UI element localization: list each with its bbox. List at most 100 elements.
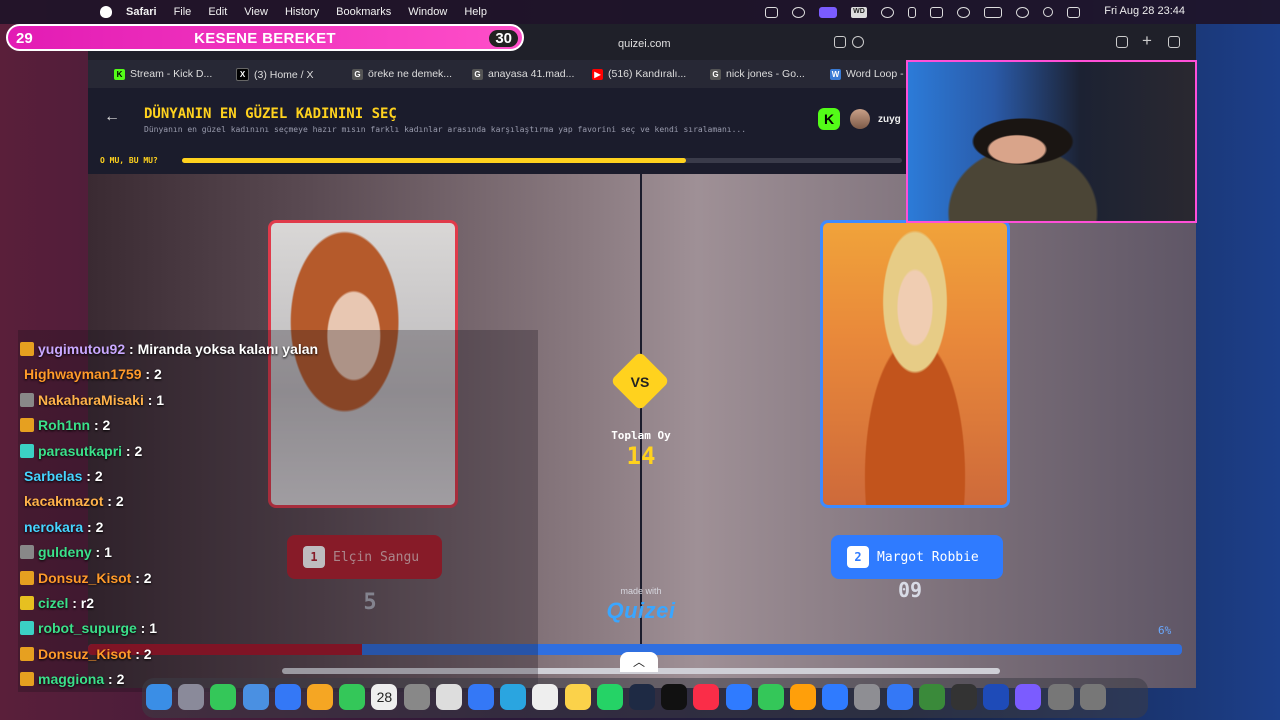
chat-message: NakaharaMisaki : 1 [20,391,164,408]
whatsapp-icon[interactable] [596,684,623,710]
menu-bookmarks[interactable]: Bookmarks [336,6,391,18]
launchpad-icon[interactable] [178,684,205,710]
play-icon[interactable] [957,6,970,18]
calendar-icon[interactable]: 28 [371,684,398,710]
share-icon[interactable] [1116,36,1128,48]
tab-google-1[interactable]: Göreke ne demek... [352,68,452,80]
photo-icon[interactable] [1047,684,1074,710]
avatar[interactable] [850,109,870,129]
preview-icon[interactable] [886,684,913,710]
chat-text: : 2 [90,417,111,434]
safari-icon[interactable] [468,684,494,710]
reload-icon[interactable] [852,36,864,48]
chat-username: maggiona [38,671,105,688]
chat-username: Donsuz_Kisot [38,569,132,586]
settings-icon[interactable] [854,684,881,710]
cloud-icon[interactable] [930,6,943,18]
tab-x[interactable]: X (3) Home / X [236,68,314,81]
sync-icon[interactable] [792,6,805,18]
photos-icon[interactable] [307,684,333,710]
chat-username: cizel [38,595,69,611]
grammarly-icon[interactable] [881,6,894,18]
vs-text: VS [630,374,650,390]
tab-kick[interactable]: K Stream - Kick D... [114,68,212,80]
chat-message: kacakmazot : 2 [24,493,124,509]
app-store-icon[interactable] [822,684,849,710]
chat-username: parasutkapri [38,442,123,459]
center-divider [640,174,642,654]
numbers-icon[interactable] [757,684,784,710]
timer-title: KESENE BEREKET [194,30,336,47]
timer-right-text: 30 [489,30,518,47]
kick-icon[interactable]: K [818,108,840,130]
finder-icon[interactable] [146,684,172,710]
facetime-icon[interactable] [339,684,366,710]
option-right-button[interactable]: 2 Margot Robbie [831,535,1003,579]
tab-overview-icon[interactable] [1168,36,1180,48]
new-tab-icon[interactable]: + [1142,31,1152,51]
trash-icon[interactable] [1079,684,1106,710]
pages-icon[interactable] [790,684,816,710]
world-icon[interactable] [918,684,945,710]
wifi-icon[interactable] [1016,6,1029,18]
reminders-icon[interactable] [435,684,462,710]
keynote-icon[interactable] [725,684,752,710]
mail-icon[interactable] [242,684,269,710]
chrome-icon[interactable] [532,684,559,710]
maps-icon[interactable] [274,684,301,710]
chat-badge-icon [20,443,34,458]
tab-label: anayasa 41.mad... [488,68,575,80]
wd-icon[interactable] [983,684,1010,710]
messages-icon[interactable] [210,684,237,710]
chat-badge-icon [20,418,34,433]
telegram-icon[interactable] [500,684,527,710]
quiz-progress-fill [182,158,686,163]
x-icon: X [236,68,249,81]
music-icon[interactable] [693,684,720,710]
username[interactable]: zuyg [878,114,901,125]
contacts-icon[interactable] [403,684,430,710]
option-right-photo[interactable] [820,220,1010,508]
tab-google-3[interactable]: Gnick jones - Go... [710,68,805,80]
tab-label: (3) Home / X [254,68,314,81]
menu-app-name[interactable]: Safari [126,6,157,18]
menu-file[interactable]: File [174,6,192,18]
total-votes-label: Toplam Oy [611,429,671,442]
vote-percent: 6% [1158,624,1172,637]
freeform-icon[interactable] [629,684,655,710]
quizei-logo[interactable]: Quizei [596,598,686,624]
chat-username: NakaharaMisaki [38,391,144,408]
menu-help[interactable]: Help [464,6,487,18]
battery-icon[interactable] [984,6,1002,18]
chat-message: Sarbelas : 2 [24,468,103,484]
menu-clock[interactable]: Fri Aug 28 23:44 [1104,5,1185,17]
screen-mirror-icon[interactable] [819,6,837,18]
menu-edit[interactable]: Edit [208,6,227,18]
chevron-up-icon[interactable]: ︿ [620,652,658,672]
chat-username: nerokara [24,518,84,535]
search-icon[interactable] [1043,7,1053,17]
menu-window[interactable]: Window [408,6,447,18]
tab-word-loop[interactable]: W Word Loop - F [830,68,913,80]
back-arrow-icon[interactable]: ← [104,108,120,126]
chat-message: guldeny : 1 [20,544,112,560]
menu-history[interactable]: History [285,6,319,18]
bluetooth-icon[interactable] [908,6,916,18]
chat-badge-icon [20,646,34,661]
wd-icon[interactable]: WD [851,6,867,18]
apps-grid-icon[interactable] [1015,684,1042,710]
tab-google-2[interactable]: Ganayasa 41.mad... [472,68,574,80]
chat-badge-icon [20,570,34,585]
chat-text: : Miranda yoksa kalanı yalan [125,341,319,357]
apple-icon[interactable] [100,6,112,18]
tv-icon[interactable] [661,684,688,710]
tab-youtube[interactable]: ▶ (516) Kandıralı... [592,68,686,80]
grid-icon[interactable] [765,6,778,18]
activity-icon[interactable] [951,684,977,710]
notes-icon[interactable] [564,684,591,710]
translate-icon[interactable] [834,36,846,48]
menu-view[interactable]: View [244,6,268,18]
chat-message: Donsuz_Kisot : 2 [20,646,152,662]
control-center-icon[interactable] [1067,6,1080,18]
url-field[interactable]: quizei.com [618,38,671,50]
